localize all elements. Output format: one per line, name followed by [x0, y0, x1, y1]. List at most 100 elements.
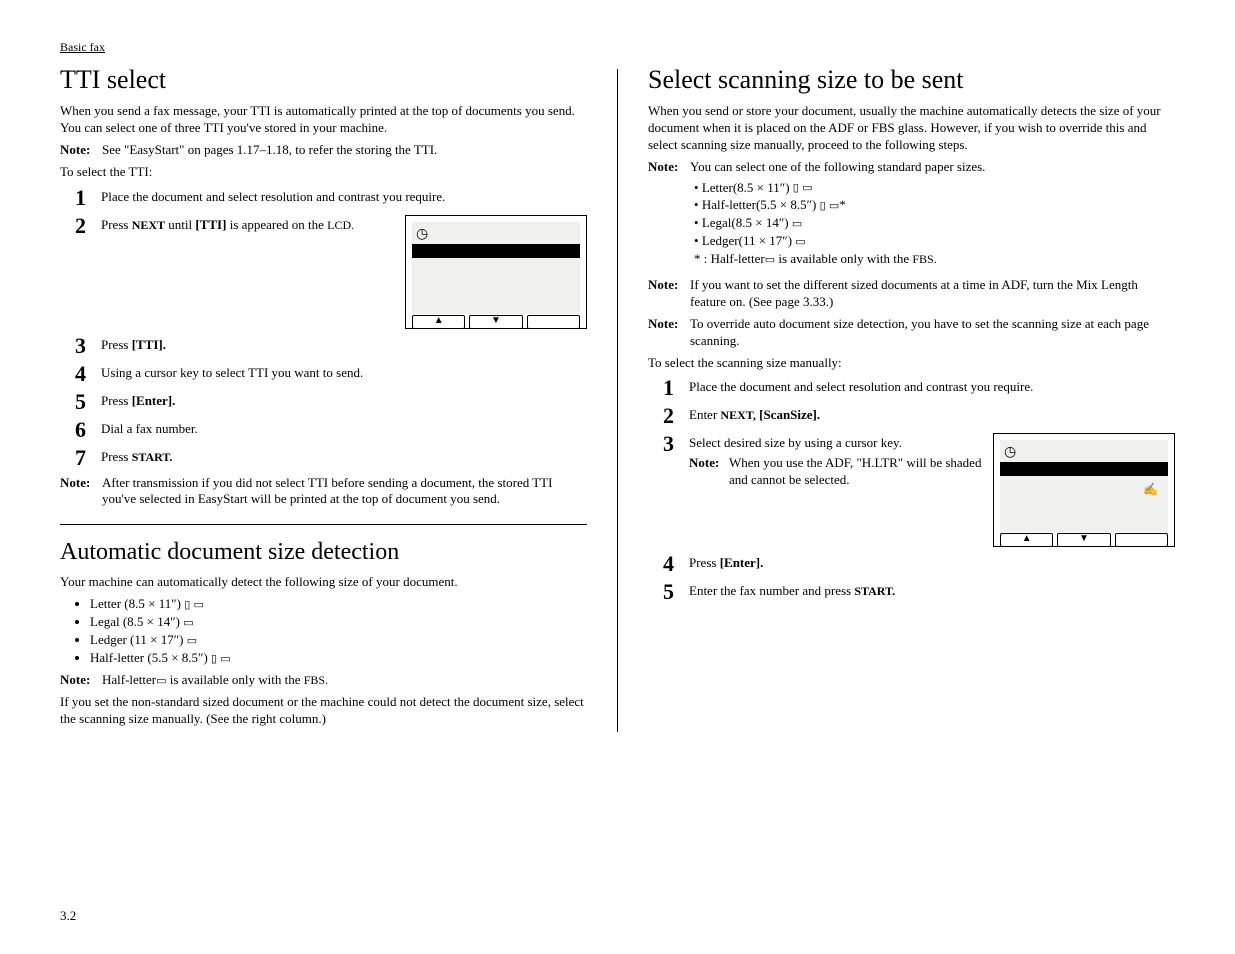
step-4: 4 Press [Enter].	[663, 553, 1175, 575]
scan-intro: When you send or store your document, us…	[648, 103, 1175, 154]
note-body: To override auto document size detection…	[690, 316, 1175, 350]
step-6: 6 Dial a fax number.	[75, 419, 587, 441]
step-number: 2	[663, 405, 685, 427]
step-number: 2	[75, 215, 97, 237]
lcd-up-button[interactable]: ▲	[412, 315, 465, 329]
step-text: Enter the fax number and press START.	[689, 581, 1175, 600]
left-column: TTI select When you send a fax message, …	[60, 59, 587, 732]
landscape-icon: ▭	[792, 217, 802, 231]
auto-title: Automatic document size detection	[60, 539, 587, 566]
lcd-down-button[interactable]: ▼	[1057, 533, 1110, 547]
note-label: Note:	[60, 475, 102, 509]
lcd-screen: ◷ ✍	[1000, 440, 1168, 532]
landscape-icon: ▭	[829, 199, 839, 213]
step-number: 4	[663, 553, 685, 575]
step-3: 3 Press [TTI].	[75, 335, 587, 357]
step-2: 2 Press NEXT until [TTI] is appeared on …	[75, 215, 587, 329]
note-label: Note:	[60, 672, 102, 689]
step-number: 1	[75, 187, 97, 209]
lcd-blank-button[interactable]	[527, 315, 580, 329]
portrait-icon: ▯	[211, 652, 217, 666]
landscape-icon: ▭	[194, 598, 204, 612]
landscape-icon: ▭	[795, 235, 805, 249]
size-half: • Half-letter(5.5 × 8.5″) ▯ ▭*	[694, 197, 1175, 214]
lcd-highlight	[1000, 462, 1168, 476]
step-text: Enter NEXT, [ScanSize].	[689, 405, 1175, 424]
scan-note-override: Note: To override auto document size det…	[648, 316, 1175, 350]
note-label: Note:	[648, 316, 690, 350]
note-label: Note:	[648, 159, 690, 272]
step-4: 4 Using a cursor key to select TTI you w…	[75, 363, 587, 385]
tti-lead: To select the TTI:	[60, 164, 587, 181]
portrait-icon: ▯	[184, 598, 190, 612]
step-number: 5	[663, 581, 685, 603]
lcd-buttons: ▲ ▼	[1000, 533, 1168, 547]
note-body: When you use the ADF, "H.LTR" will be sh…	[729, 455, 983, 489]
step-7: 7 Press START.	[75, 447, 587, 469]
note-body: You can select one of the following stan…	[690, 159, 1175, 272]
step-text: Press [Enter].	[689, 553, 1175, 572]
page-root: Basic fax TTI select When you send a fax…	[60, 40, 1175, 914]
step-number: 3	[75, 335, 97, 357]
auto-nonstd: If you set the non-standard sized docume…	[60, 694, 587, 728]
lcd-buttons: ▲ ▼	[412, 315, 580, 329]
auto-note-half: Note: Half-letter▭ is available only wit…	[60, 672, 587, 689]
step-1: 1 Place the document and select resoluti…	[663, 377, 1175, 399]
size-letter: • Letter(8.5 × 11″) ▯ ▭	[694, 180, 1175, 197]
note-body: If you want to set the different sized d…	[690, 277, 1175, 311]
step-number: 5	[75, 391, 97, 413]
step-text: Place the document and select resolution…	[101, 187, 587, 206]
lcd-blank-button[interactable]	[1115, 533, 1168, 547]
section-divider	[60, 524, 587, 525]
note-label: Note:	[689, 455, 729, 489]
scan-note-mix: Note: If you want to set the different s…	[648, 277, 1175, 311]
size-half: Half-letter (5.5 × 8.5″) ▯ ▭	[90, 650, 587, 667]
step-5: 5 Enter the fax number and press START.	[663, 581, 1175, 603]
right-column: Select scanning size to be sent When you…	[648, 59, 1175, 732]
column-divider	[617, 69, 618, 732]
step-number: 7	[75, 447, 97, 469]
size-ledger: Ledger (11 × 17″) ▭	[90, 632, 587, 649]
tti-title: TTI select	[60, 65, 587, 95]
size-letter: Letter (8.5 × 11″) ▯ ▭	[90, 596, 587, 613]
breadcrumb: Basic fax	[60, 40, 1175, 55]
size-legal: • Legal(8.5 × 14″) ▭	[694, 215, 1175, 232]
auto-intro: Your machine can automatically detect th…	[60, 574, 587, 591]
step-5: 5 Press [Enter].	[75, 391, 587, 413]
size-legal: Legal (8.5 × 14″) ▭	[90, 614, 587, 631]
auto-size-list: Letter (8.5 × 11″) ▯ ▭ Legal (8.5 × 14″)…	[90, 596, 587, 667]
step-text: Place the document and select resolution…	[689, 377, 1175, 396]
portrait-icon: ▯	[820, 199, 826, 213]
tti-note-storing: Note: See "EasyStart" on pages 1.17–1.18…	[60, 142, 587, 159]
step-text: Select desired size by using a cursor ke…	[689, 433, 983, 489]
lcd-highlight	[412, 244, 580, 258]
step-1: 1 Place the document and select resoluti…	[75, 187, 587, 209]
lcd-panel: ◷ ▲ ▼	[405, 215, 587, 329]
size-asterisk: * : Half-letter▭ is available only with …	[694, 251, 1175, 268]
note-body: Half-letter▭ is available only with the …	[102, 672, 587, 689]
note-body: After transmission if you did not select…	[102, 475, 587, 509]
lcd-down-button[interactable]: ▼	[469, 315, 522, 329]
step-number: 4	[75, 363, 97, 385]
scan-lead: To select the scanning size manually:	[648, 355, 1175, 372]
size-ledger: • Ledger(11 × 17″) ▭	[694, 233, 1175, 250]
landscape-icon: ▭	[765, 253, 775, 267]
step-text: Press NEXT until [TTI] is appeared on th…	[101, 215, 395, 234]
landscape-icon: ▭	[156, 674, 166, 688]
step-2: 2 Enter NEXT, [ScanSize].	[663, 405, 1175, 427]
scan-steps: 1 Place the document and select resoluti…	[648, 377, 1175, 603]
scan-note-sizes: Note: You can select one of the followin…	[648, 159, 1175, 272]
landscape-icon: ▭	[187, 634, 197, 648]
page-number: 3.2	[60, 908, 76, 924]
tti-intro: When you send a fax message, your TTI is…	[60, 103, 587, 137]
clock-icon: ◷	[416, 226, 428, 244]
clock-icon: ◷	[1004, 444, 1016, 462]
landscape-icon: ▭	[183, 616, 193, 630]
hand-icon: ✍	[1143, 482, 1158, 498]
scan-title: Select scanning size to be sent	[648, 65, 1175, 95]
tti-note-after: Note: After transmission if you did not …	[60, 475, 587, 509]
lcd-up-button[interactable]: ▲	[1000, 533, 1053, 547]
tti-steps: 1 Place the document and select resoluti…	[60, 187, 587, 469]
step-text: Press [TTI].	[101, 335, 587, 354]
step-number: 6	[75, 419, 97, 441]
